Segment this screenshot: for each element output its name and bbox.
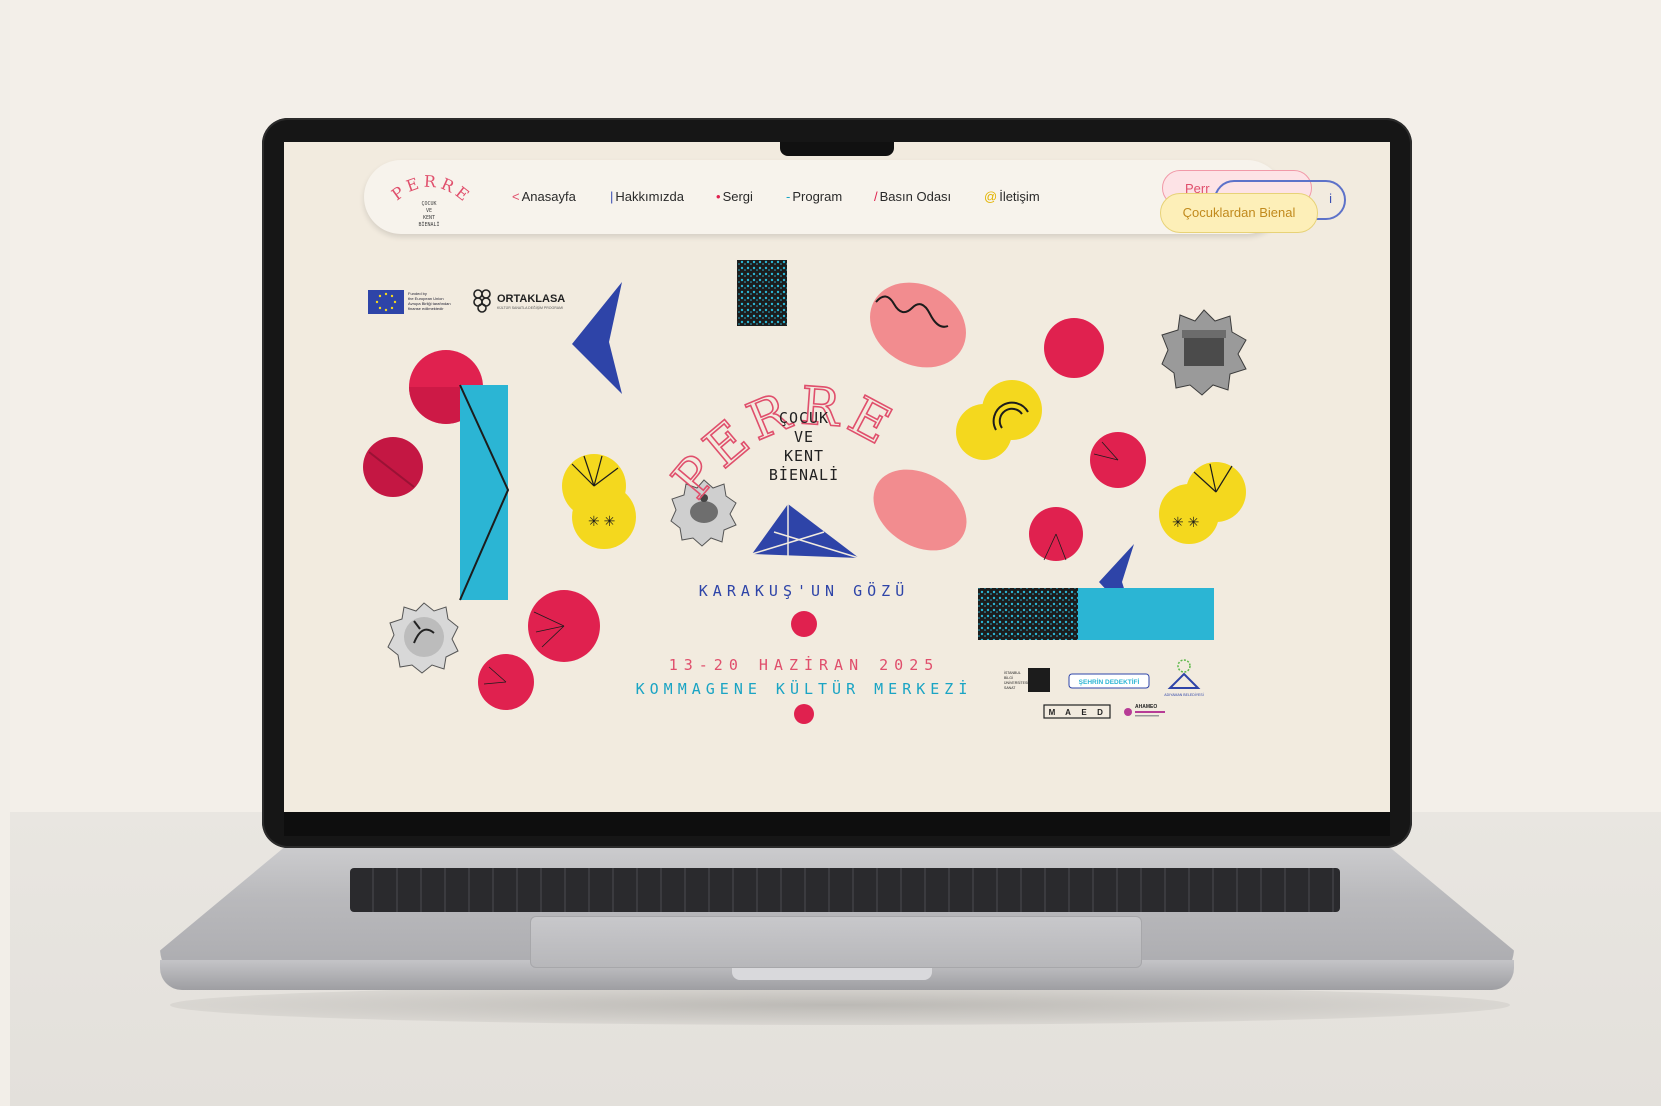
- ruins-stamp-badge: [1161, 309, 1247, 396]
- svg-text:İSTANBUL: İSTANBUL: [1004, 670, 1021, 675]
- svg-text:VE: VE: [426, 208, 432, 214]
- svg-text:D: D: [1097, 708, 1103, 717]
- istanbul-sponsor-logo: İSTANBUL BİLGİ ÜNİVERSİTESİ SANAT: [1004, 668, 1050, 692]
- perre-logo[interactable]: PERRE ÇOCUK VE KENT BİENALİ: [384, 170, 474, 228]
- adiyaman-belediyesi-logo: ADIYAMAN BELEDİYESİ: [1164, 659, 1204, 697]
- nav-item-sergi[interactable]: • Sergi: [716, 189, 753, 204]
- hero-subtitle-2: VE: [794, 428, 814, 446]
- svg-text:BİLGİ: BİLGİ: [1004, 675, 1013, 680]
- cyan-envelope: [460, 385, 508, 600]
- hero-subtitle-1: ÇOCUK: [779, 409, 829, 427]
- cocuklardan-bienal-button[interactable]: Çocuklardan Bienal: [1160, 193, 1318, 233]
- hero-tagline: KARAKUŞ'UN GÖZÜ: [699, 581, 909, 600]
- svg-text:ÇOCUK: ÇOCUK: [421, 201, 436, 207]
- top-navigation: PERRE ÇOCUK VE KENT BİENALİ < Anasayfa | H…: [364, 160, 1346, 234]
- red-dot-2: [794, 704, 814, 724]
- svg-text:✳ ✳: ✳ ✳: [1172, 514, 1199, 530]
- yellow-circles-right: ✳ ✳: [1159, 462, 1246, 544]
- hero-artwork: ✳ ✳ ✳ ✳ PERRE ÇOCUK VE KENT BİENALİ KARA…: [363, 260, 1247, 724]
- svg-text:ADIYAMAN BELEDİYESİ: ADIYAMAN BELEDİYESİ: [1164, 692, 1203, 697]
- screen-bezel-bottom: [284, 812, 1390, 836]
- svg-text:BİENALİ: BİENALİ: [418, 221, 439, 228]
- red-circle-5: [1044, 318, 1104, 378]
- svg-text:ÜNİVERSİTESİ: ÜNİVERSİTESİ: [1004, 680, 1028, 685]
- svg-text:SANAT: SANAT: [1004, 686, 1016, 690]
- hero-subtitle-4: BİENALİ: [769, 465, 839, 484]
- hero-venue: KOMMAGENE KÜLTÜR MERKEZİ: [636, 679, 973, 698]
- sehrin-dedektifi-logo: ŞEHRİN DEDEKTİFİ: [1068, 673, 1150, 689]
- nav-item-anasayfa[interactable]: < Anasayfa: [512, 189, 576, 204]
- bird-stamp-badge: [387, 602, 459, 674]
- nav-item-hakkimizda[interactable]: | Hakkımızda: [610, 189, 684, 204]
- svg-text:ŞEHRİN DEDEKTİFİ: ŞEHRİN DEDEKTİFİ: [1079, 678, 1140, 686]
- blue-kite-left: [572, 282, 622, 394]
- svg-text:KENT: KENT: [423, 215, 435, 221]
- red-circle-2: [363, 437, 423, 497]
- nav-item-basin-odasi[interactable]: / Basın Odası: [874, 189, 951, 204]
- keyboard: [350, 868, 1340, 912]
- svg-text:A: A: [1065, 708, 1071, 717]
- svg-text:AHAMEO: AHAMEO: [1135, 704, 1157, 710]
- nav-item-iletisim[interactable]: @ İletişim: [984, 189, 1040, 204]
- svg-text:✳ ✳: ✳ ✳: [588, 513, 615, 529]
- laptop-shadow: [170, 985, 1510, 1025]
- red-dot-1: [791, 611, 817, 637]
- texture-square: [737, 260, 787, 326]
- pink-ellipse-top: [870, 282, 966, 368]
- camera-notch: [780, 142, 894, 156]
- website-screen: PERRE ÇOCUK VE KENT BİENALİ < Anasayfa | H…: [284, 142, 1390, 812]
- hero-dates: 13-20 HAZİRAN 2025: [669, 655, 940, 674]
- hero-title: PERRE: [661, 376, 905, 510]
- trackpad: [530, 916, 1142, 968]
- yellow-circles-mid: [956, 380, 1042, 460]
- blue-kite-center: [752, 504, 859, 558]
- hero-section: Funded by the European Union Avrupa Birl…: [284, 242, 1390, 812]
- hero-subtitle-3: KENT: [784, 447, 824, 465]
- pink-ellipse-bottom: [873, 469, 967, 551]
- nav-item-program[interactable]: - Program: [786, 189, 842, 204]
- svg-text:M: M: [1049, 708, 1056, 717]
- svg-text:E: E: [1081, 708, 1087, 717]
- ahameo-logo: AHAMEO: [1124, 704, 1165, 717]
- yellow-circles-left: ✳ ✳: [562, 454, 636, 549]
- lid-opening-notch: [732, 968, 932, 980]
- maed-logo: M A E D: [1043, 704, 1111, 719]
